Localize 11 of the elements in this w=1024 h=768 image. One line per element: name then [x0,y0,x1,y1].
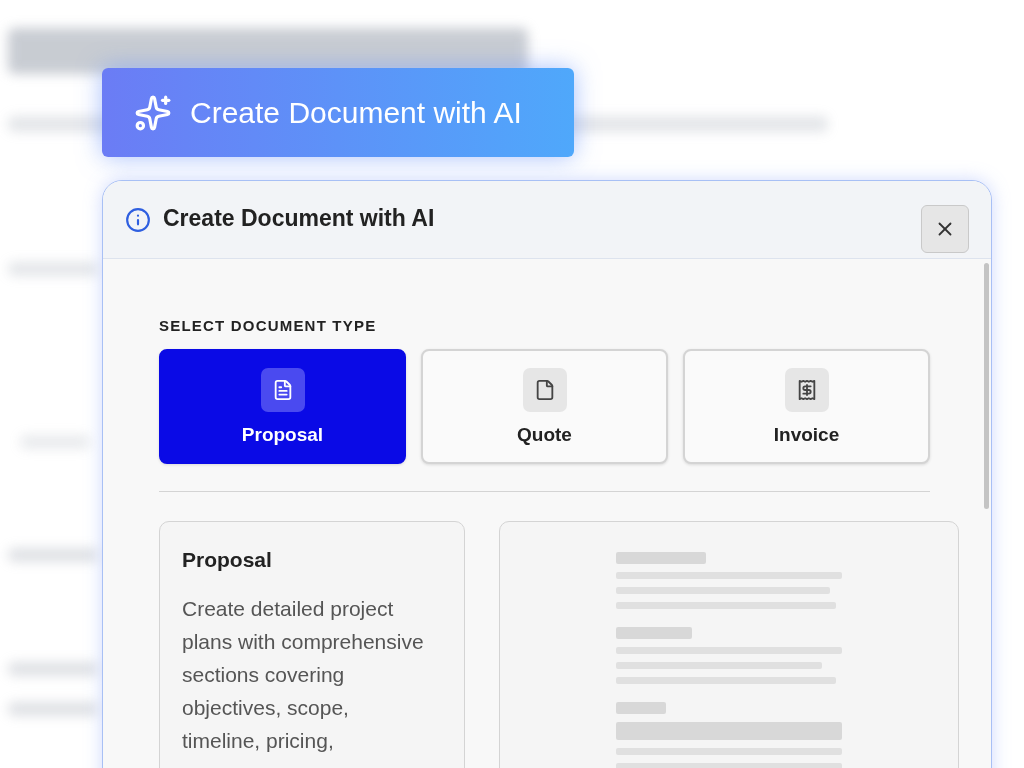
dialog-title: Create Document with AI [163,205,436,232]
description-title: Proposal [182,548,273,572]
sparkle-icon [134,93,172,132]
document-type-option[interactable]: Quote [421,349,668,464]
close-button[interactable] [921,205,969,253]
document-type-option[interactable]: Proposal [159,349,406,464]
description-text: Create detailed project plans with comprehensive sections covering objectives, scope, timeline, pricing, [182,596,425,754]
document-type-option[interactable]: Invoice [683,349,930,464]
scrollbar[interactable] [984,263,989,509]
section-label: SELECT DOCUMENT TYPE [159,317,378,334]
info-icon [125,207,151,233]
